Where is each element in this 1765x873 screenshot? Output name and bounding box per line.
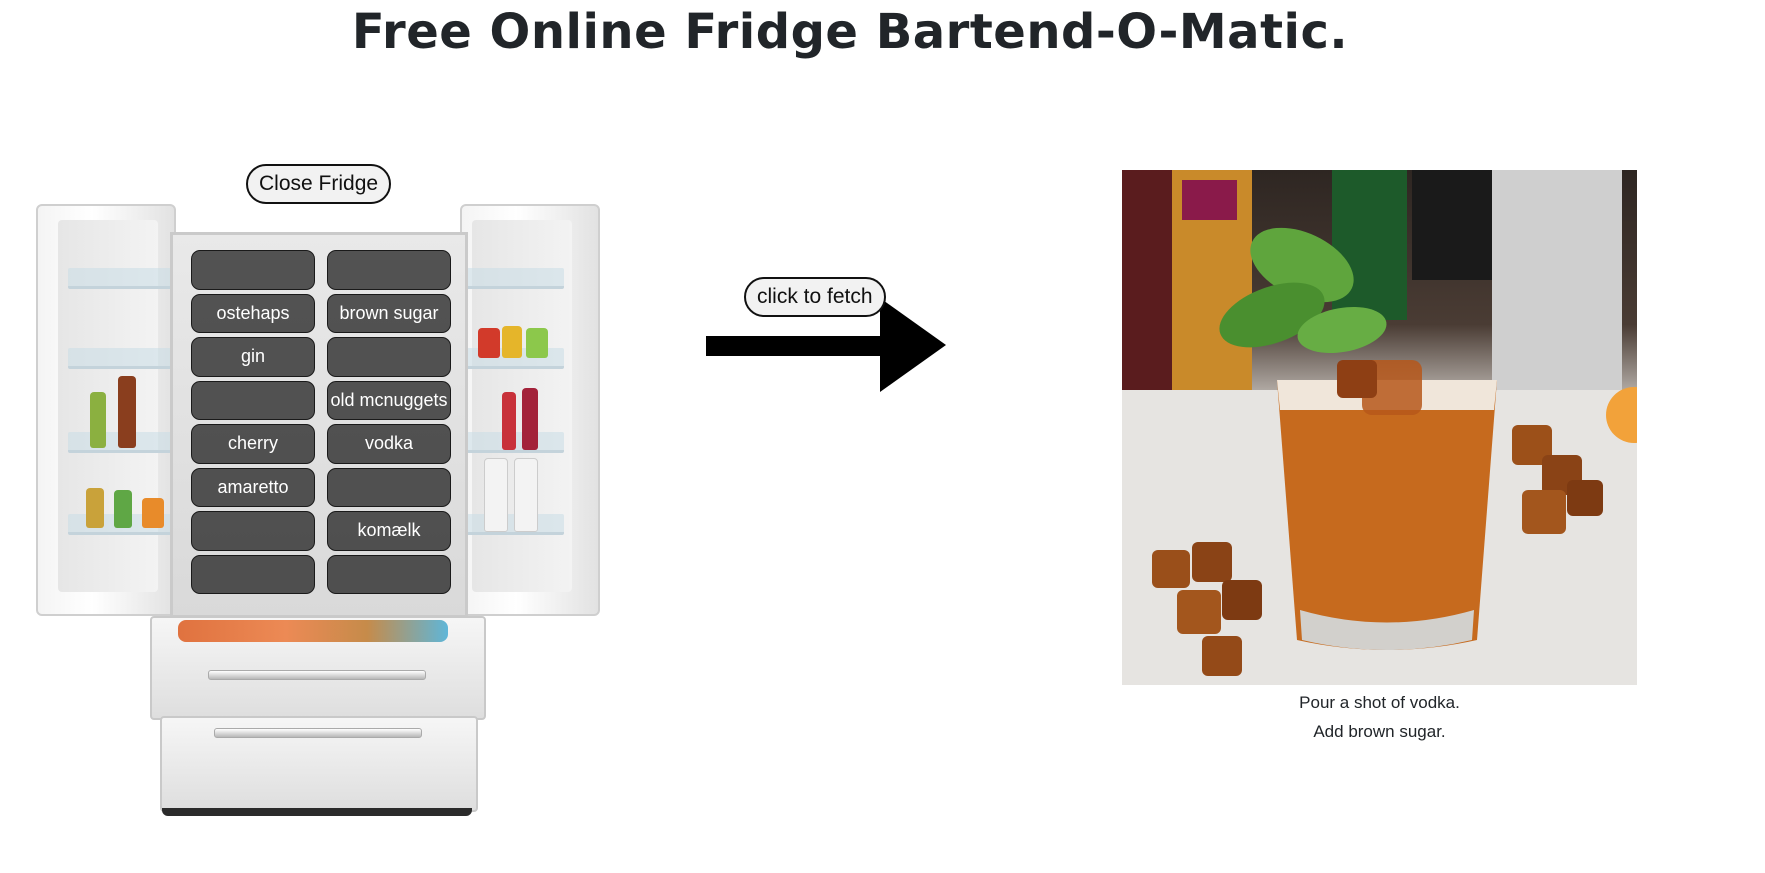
fridge-slot[interactable]: komælk bbox=[327, 511, 451, 551]
fridge-slot-label: vodka bbox=[364, 433, 414, 454]
fridge-slot[interactable]: amaretto bbox=[191, 467, 315, 507]
drawer-handle bbox=[208, 670, 426, 680]
fridge-shelf-grid: ostehaps brown sugar gin old mcnuggets c… bbox=[188, 248, 451, 600]
fetch-button[interactable]: click to fetch bbox=[744, 277, 886, 317]
fridge-slot-label: brown sugar bbox=[339, 302, 439, 323]
fridge-slot[interactable]: old mcnuggets bbox=[327, 380, 451, 420]
can-icon bbox=[86, 488, 104, 528]
door-shelf bbox=[68, 348, 172, 369]
snack-icon bbox=[526, 328, 548, 358]
fridge-slot[interactable]: ostehaps bbox=[191, 293, 315, 333]
cocktail-image bbox=[1122, 170, 1637, 685]
bottle-icon bbox=[118, 376, 136, 448]
fridge-slot[interactable]: gin bbox=[191, 337, 315, 377]
recipe-step: Add brown sugar. bbox=[1313, 722, 1446, 741]
fridge-slot[interactable] bbox=[327, 337, 451, 377]
close-fridge-button[interactable]: Close Fridge bbox=[246, 164, 392, 204]
fridge-slot[interactable] bbox=[191, 380, 315, 420]
door-shelf bbox=[68, 268, 172, 289]
recipe-step: Pour a shot of vodka. bbox=[1299, 693, 1460, 712]
fridge-slot-label: cherry bbox=[227, 433, 278, 454]
food-items-icon bbox=[178, 620, 448, 642]
bottle-icon bbox=[522, 388, 538, 450]
fridge-slot[interactable]: vodka bbox=[327, 424, 451, 464]
page-title: Free Online Fridge Bartend-O-Matic. bbox=[351, 4, 1349, 60]
fridge-slot[interactable] bbox=[327, 250, 451, 290]
fridge-slot[interactable] bbox=[191, 554, 315, 594]
fridge-slot-label: ostehaps bbox=[216, 302, 290, 323]
fridge-slot[interactable] bbox=[191, 511, 315, 551]
fridge-slot[interactable]: cherry bbox=[191, 424, 315, 464]
can-icon bbox=[114, 490, 132, 528]
milk-bottle-icon bbox=[514, 458, 538, 532]
fridge-illustration: ostehaps brown sugar gin old mcnuggets c… bbox=[28, 196, 628, 816]
fridge-slot-label: amaretto bbox=[217, 476, 289, 497]
snack-icon bbox=[502, 326, 522, 358]
door-shelf bbox=[460, 268, 564, 289]
bottle-icon bbox=[90, 392, 106, 448]
door-shelf bbox=[460, 514, 564, 535]
recipe-instructions: Pour a shot of vodka. Add brown sugar. bbox=[1122, 688, 1637, 746]
fridge-base bbox=[162, 808, 472, 816]
fridge-slot-label: komælk bbox=[357, 520, 421, 541]
cup-icon bbox=[142, 498, 164, 528]
fridge-slot[interactable] bbox=[327, 467, 451, 507]
bottle-icon bbox=[502, 392, 516, 450]
milk-bottle-icon bbox=[484, 458, 508, 532]
drawer-handle bbox=[214, 728, 422, 738]
fridge-slot[interactable] bbox=[327, 554, 451, 594]
snack-icon bbox=[478, 328, 500, 358]
fridge-slot[interactable]: brown sugar bbox=[327, 293, 451, 333]
fridge-slot[interactable] bbox=[191, 250, 315, 290]
fridge-slot-label: old mcnuggets bbox=[330, 389, 448, 410]
fridge-slot-label: gin bbox=[240, 346, 266, 367]
